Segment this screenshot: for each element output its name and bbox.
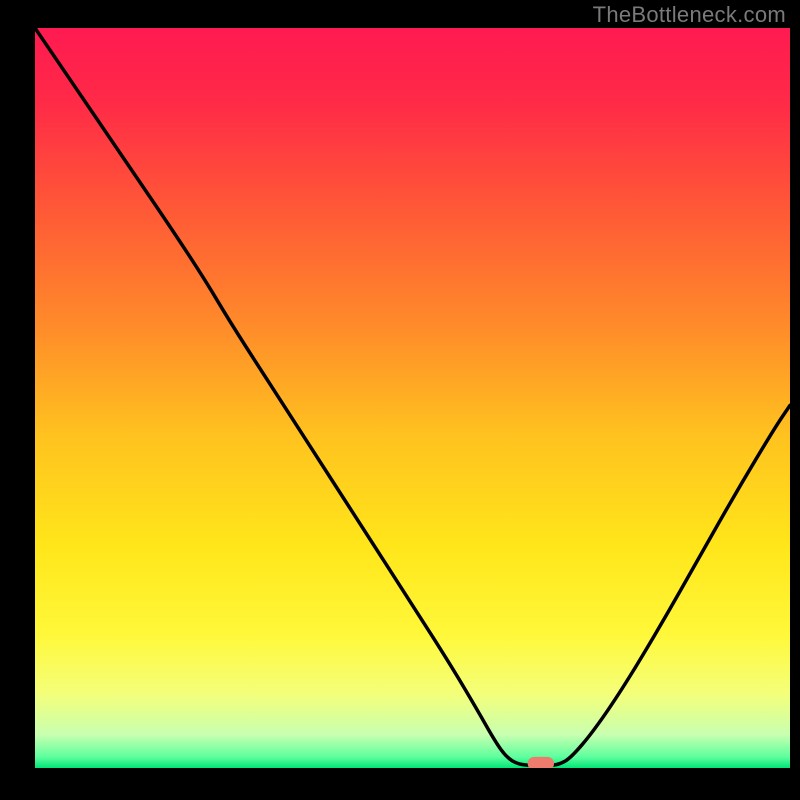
chart-frame: TheBottleneck.com bbox=[0, 0, 800, 800]
optimal-marker bbox=[528, 757, 554, 768]
bottleneck-chart bbox=[35, 28, 790, 768]
gradient-background bbox=[35, 28, 790, 768]
watermark-text: TheBottleneck.com bbox=[593, 2, 786, 28]
